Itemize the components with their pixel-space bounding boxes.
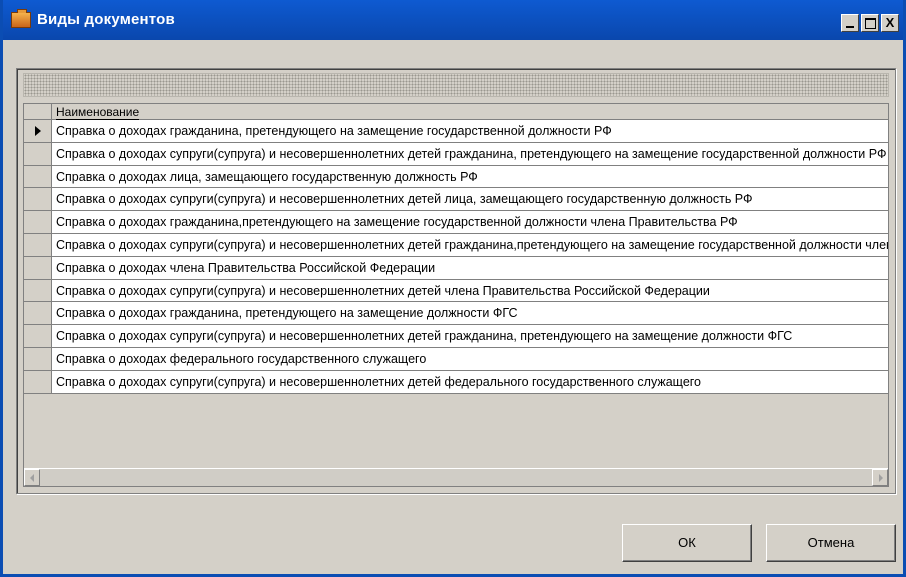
indicator-header — [24, 104, 52, 120]
scroll-right-button[interactable] — [872, 469, 888, 486]
current-row-arrow-icon — [35, 126, 41, 136]
table-row[interactable]: Справка о доходах супруги(супруга) и нес… — [24, 279, 888, 303]
close-button[interactable]: X — [881, 14, 899, 32]
document-type-cell[interactable]: Справка о доходах супруги(супруга) и нес… — [52, 142, 888, 166]
horizontal-scrollbar[interactable] — [24, 468, 888, 486]
document-type-cell[interactable]: Справка о доходах супруги(супруга) и нес… — [52, 325, 888, 348]
table-row[interactable]: Справка о доходах федерального государст… — [24, 347, 888, 371]
document-type-cell[interactable]: Справка о доходах члена Правительства Ро… — [52, 256, 888, 280]
scroll-left-button[interactable] — [24, 469, 40, 486]
table-row[interactable]: Справка о доходах гражданина, претендующ… — [24, 120, 888, 143]
row-indicator[interactable] — [24, 142, 52, 166]
window-title: Виды документов — [37, 11, 175, 28]
row-indicator[interactable] — [24, 256, 52, 280]
document-type-cell[interactable]: Справка о доходах гражданина, претендующ… — [52, 120, 888, 143]
ok-button[interactable]: ОК — [622, 524, 752, 562]
grid-rows: Справка о доходах гражданина, претендующ… — [24, 120, 888, 394]
minimize-icon — [846, 26, 854, 28]
column-header-name[interactable]: Наименование — [52, 104, 888, 120]
table-row[interactable]: Справка о доходах супруги(супруга) и нес… — [24, 370, 888, 394]
documents-window: Виды документов X Наименование Справка о… — [0, 0, 906, 577]
document-type-cell[interactable]: Справка о доходах гражданина, претендующ… — [52, 302, 888, 326]
cancel-button[interactable]: Отмена — [766, 524, 896, 562]
title-bar[interactable]: Виды документов X — [3, 0, 903, 40]
table-row[interactable]: Справка о доходах члена Правительства Ро… — [24, 256, 888, 280]
minimize-button[interactable] — [841, 14, 859, 32]
document-type-cell[interactable]: Справка о доходах супруги(супруга) и нес… — [52, 233, 888, 257]
table-row[interactable]: Справка о доходах супруги(супруга) и нес… — [24, 142, 888, 166]
row-indicator[interactable] — [24, 347, 52, 371]
document-type-cell[interactable]: Справка о доходах супруги(супруга) и нес… — [52, 279, 888, 303]
document-type-cell[interactable]: Справка о доходах федерального государст… — [52, 347, 888, 371]
briefcase-icon — [11, 9, 31, 28]
document-type-cell[interactable]: Справка о доходах лица, замещающего госу… — [52, 165, 888, 189]
toolbar-strip — [23, 73, 889, 97]
row-indicator[interactable] — [24, 165, 52, 189]
table-row[interactable]: Справка о доходах гражданина, претендующ… — [24, 302, 888, 326]
row-indicator[interactable] — [24, 279, 52, 303]
row-indicator[interactable] — [24, 325, 52, 348]
table-row[interactable]: Справка о доходах супруги(супруга) и нес… — [24, 188, 888, 212]
table-row[interactable]: Справка о доходах супруги(супруга) и нес… — [24, 325, 888, 348]
grid-header: Наименование — [24, 104, 888, 120]
row-indicator[interactable] — [24, 188, 52, 212]
row-indicator[interactable] — [24, 370, 52, 394]
table-row[interactable]: Справка о доходах гражданина,претендующе… — [24, 211, 888, 234]
document-type-cell[interactable]: Справка о доходах супруги(супруга) и нес… — [52, 370, 888, 394]
window-controls: X — [841, 14, 899, 32]
document-type-cell[interactable]: Справка о доходах гражданина,претендующе… — [52, 211, 888, 234]
row-indicator[interactable] — [24, 302, 52, 326]
maximize-icon — [864, 18, 876, 29]
row-indicator[interactable] — [24, 211, 52, 234]
document-type-cell[interactable]: Справка о доходах супруги(супруга) и нес… — [52, 188, 888, 212]
table-row[interactable]: Справка о доходах лица, замещающего госу… — [24, 165, 888, 189]
document-types-grid[interactable]: Наименование Справка о доходах гражданин… — [23, 103, 889, 487]
column-header-label: Наименование — [56, 105, 140, 120]
row-indicator[interactable] — [24, 233, 52, 257]
maximize-button[interactable] — [861, 14, 879, 32]
table-row[interactable]: Справка о доходах супруги(супруга) и нес… — [24, 233, 888, 257]
content-panel: Наименование Справка о доходах гражданин… — [16, 68, 896, 494]
row-indicator[interactable] — [24, 120, 52, 143]
